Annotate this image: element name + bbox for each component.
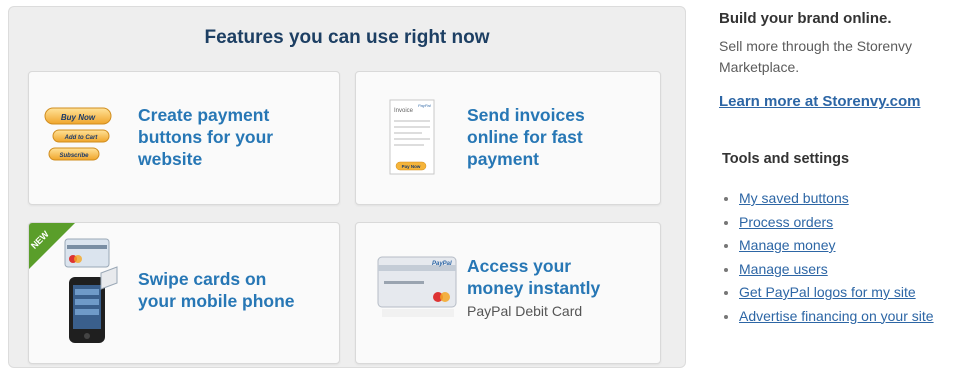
invoice-illustration: Invoice PayPal Pay Now: [389, 99, 435, 175]
feature-card-title: Swipe cards on your mobile phone: [138, 269, 295, 311]
feature-card-mobile-swipe[interactable]: NEW Swipe cards on your mobile phone: [28, 222, 340, 364]
invoice-brand: PayPal: [418, 103, 431, 108]
feature-card-debit-card[interactable]: PayPal Access your money instantly PayPa…: [355, 222, 661, 364]
feature-card-title: Create payment buttons for your website: [138, 105, 274, 169]
paypal-buttons-illustration: Buy Now Add to Cart Subscribe: [44, 107, 112, 161]
tools-link-saved-buttons[interactable]: My saved buttons: [722, 187, 934, 211]
tools-list: My saved buttons Process orders Manage m…: [722, 187, 934, 328]
tools-link-manage-money[interactable]: Manage money: [722, 234, 934, 258]
features-panel: Features you can use right now Buy Now A…: [8, 6, 686, 368]
tools-link-manage-users[interactable]: Manage users: [722, 258, 934, 282]
invoice-label: Invoice: [394, 108, 414, 114]
feature-card-payment-buttons[interactable]: Buy Now Add to Cart Subscribe Create pay…: [28, 71, 340, 205]
tools-heading: Tools and settings: [722, 151, 850, 167]
add-to-cart-button-label: Add to Cart: [64, 135, 99, 141]
debit-card-illustration: PayPal: [377, 256, 457, 317]
tools-link-advertise-financing[interactable]: Advertise financing on your site: [722, 305, 934, 329]
feature-card-title: Send invoices online for fast payment: [467, 105, 585, 169]
sidebar-heading: Build your brand online.: [719, 10, 892, 27]
storenvy-link[interactable]: Learn more at Storenvy.com: [719, 93, 920, 110]
buy-now-button-label: Buy Now: [61, 113, 96, 122]
feature-card-invoices[interactable]: Invoice PayPal Pay Now Send invoices onl…: [355, 71, 661, 205]
feature-card-title: Access your money instantly: [467, 256, 601, 298]
tools-link-paypal-logos[interactable]: Get PayPal logos for my site: [722, 281, 934, 305]
pay-now-label: Pay Now: [402, 164, 421, 169]
feature-card-subtitle: PayPal Debit Card: [467, 303, 583, 319]
mobile-card-reader-illustration: [64, 238, 118, 343]
sidebar-description: Sell more through the Storenvy Marketpla…: [719, 38, 912, 75]
subscribe-button-label: Subscribe: [59, 153, 89, 159]
tools-link-process-orders[interactable]: Process orders: [722, 211, 934, 235]
features-title: Features you can use right now: [204, 27, 490, 48]
debit-card-brand: PayPal: [432, 261, 452, 267]
